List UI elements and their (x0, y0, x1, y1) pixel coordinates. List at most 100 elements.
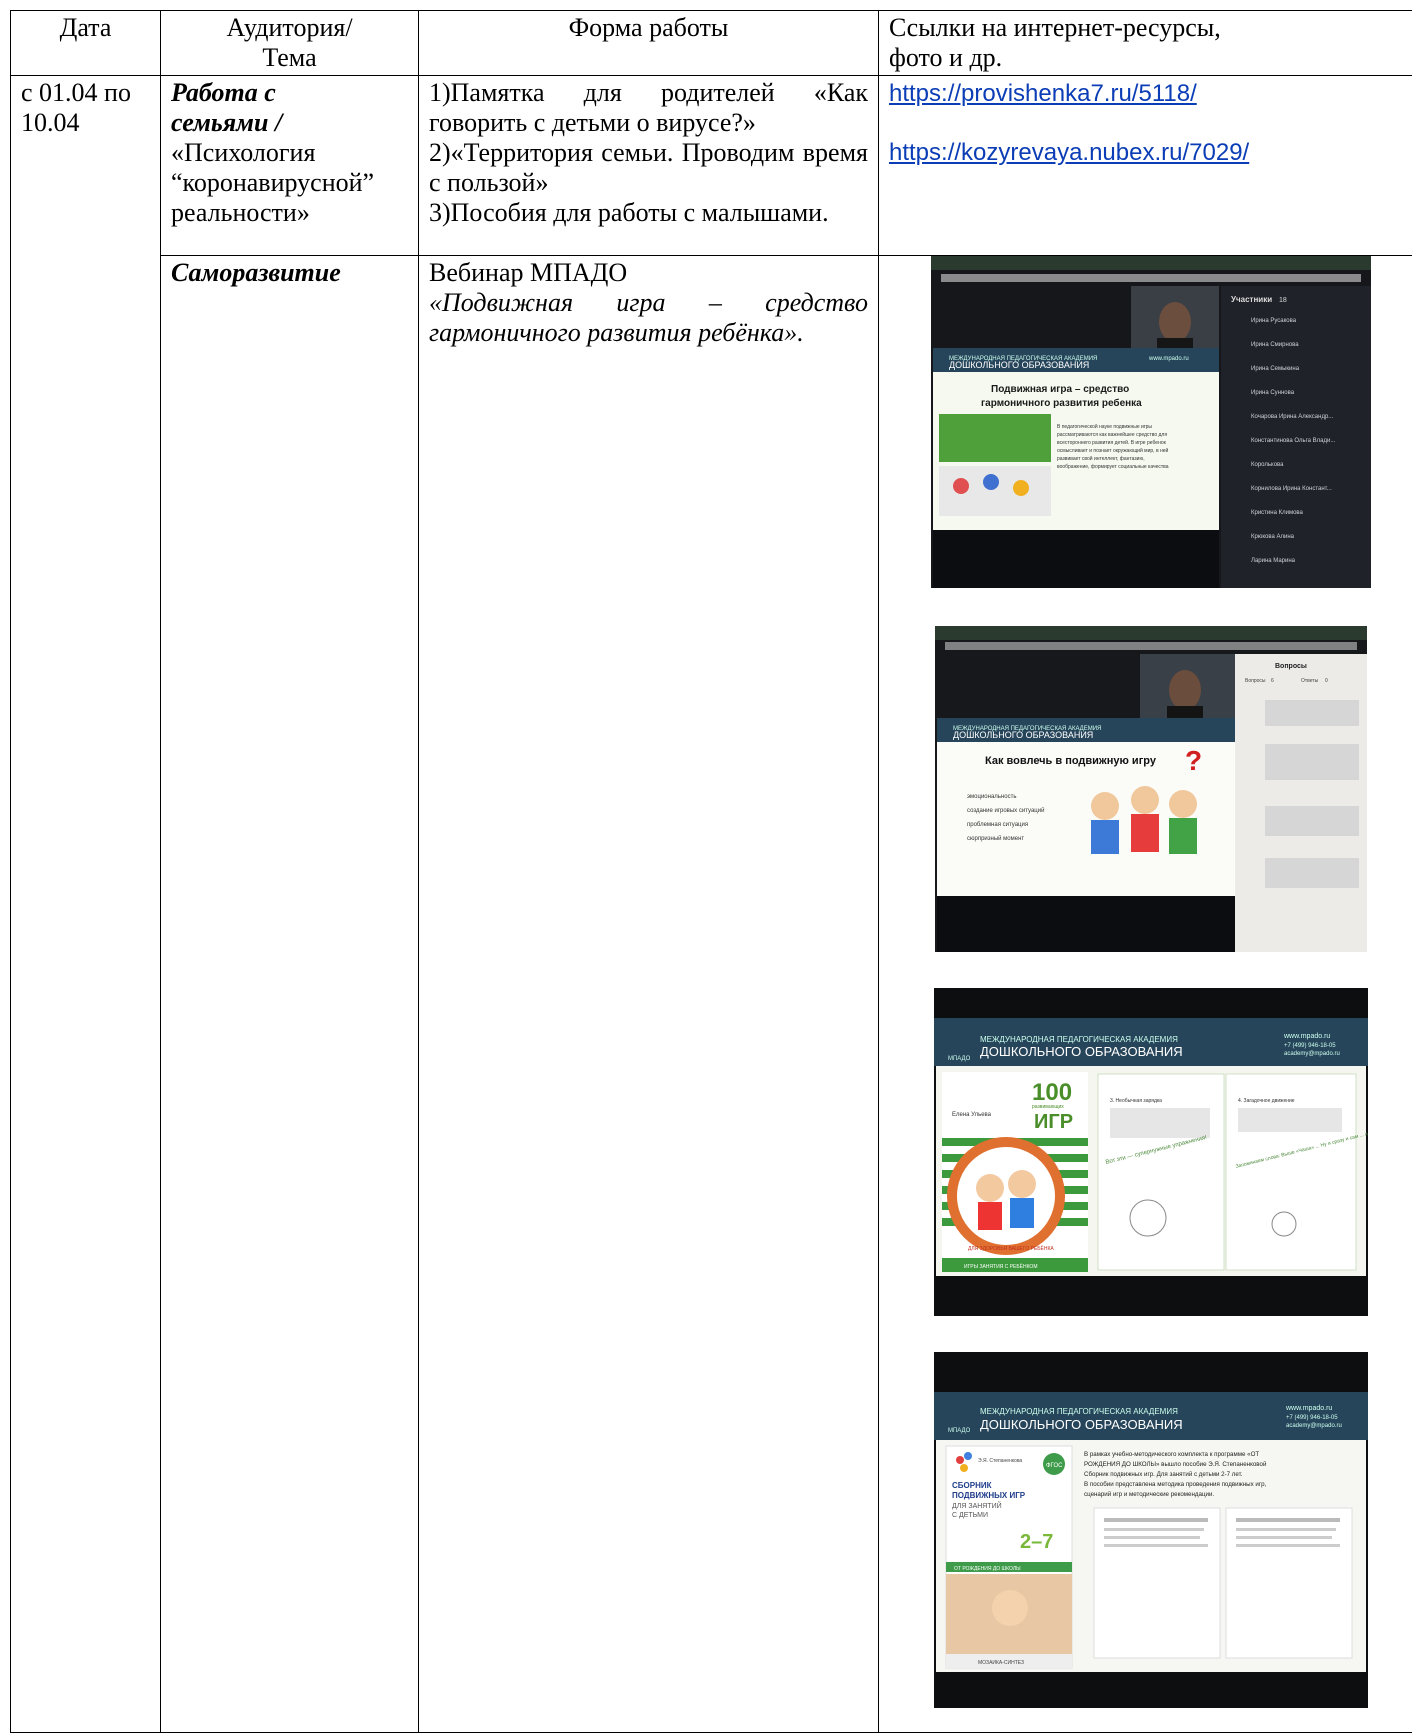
photo-webinar-participants: Участники 18 Ирина Русакова Ирина Смирно… (930, 256, 1371, 588)
book-author: Елена Ульева (952, 1112, 992, 1118)
audience-family-topic: «Психология “коронавирусной” реальности» (171, 138, 375, 227)
participant-item: Константинова Ольга Влади... (1251, 438, 1336, 444)
answers-tab-count: 0 (1325, 678, 1328, 684)
slide1-title: Подвижная игра – средство (991, 384, 1129, 395)
slide1-body-line: развивает свой интеллект, фантазию, (1057, 455, 1145, 462)
participant-item: Ларина Марина (1251, 558, 1296, 564)
header-audience-text: Аудитория/ Тема (226, 13, 353, 72)
book4-subtitle: ДЛЯ ЗАНЯТИЙ (952, 1501, 1002, 1510)
date-cell: с 01.04 по 10.04 (10, 75, 161, 1733)
academy-phone: +7 (499) 946-18-05 (1286, 1415, 1338, 1421)
slide1-body-line: рассматриваются как важнейшее средство д… (1057, 431, 1167, 438)
audience-selfdev-heading: Саморазвитие (171, 258, 341, 287)
academy-small: МЕЖДУНАРОДНАЯ ПЕДАГОГИЧЕСКАЯ АКАДЕМИЯ (980, 1035, 1178, 1044)
book-word: ИГР (1034, 1111, 1073, 1133)
header-date: Дата (10, 10, 161, 76)
row-family: с 01.04 по 10.04 Работа с семьями / «Пси… (10, 75, 1412, 1733)
academy-phone: +7 (499) 946-18-05 (1284, 1043, 1336, 1049)
header-links: Ссылки на интернет-ресурсы, фото и др. (878, 10, 1412, 76)
academy-small: МЕЖДУНАРОДНАЯ ПЕДАГОГИЧЕСКАЯ АКАДЕМИЯ (980, 1407, 1178, 1416)
questions-tab: Вопросы (1245, 678, 1266, 684)
participant-item: Ирина Семыкина (1251, 366, 1300, 372)
academy-big: ДОШКОЛЬНОГО ОБРАЗОВАНИЯ (980, 1417, 1183, 1432)
book4-series: ОТ РОЖДЕНИЯ ДО ШКОЛЫ (954, 1566, 1021, 1572)
academy-site: www.mpado.ru (1283, 1033, 1330, 1040)
date-range: с 01.04 по 10.04 (21, 78, 131, 137)
header-form-text: Форма работы (568, 13, 729, 42)
question-mark-icon: ? (1185, 745, 1202, 776)
participant-item: Корнилова Ирина Констант... (1251, 486, 1332, 492)
answers-tab: Ответы (1301, 678, 1319, 684)
slide2-bullet: проблемная ситуация (967, 822, 1028, 828)
questions-tab-count: 6 (1271, 678, 1274, 684)
academy-email: academy@mpado.ru (1286, 1423, 1342, 1429)
header-row: Дата Аудитория/ Тема Форма работы Ссылки… (10, 10, 1412, 76)
academy-email: academy@mpado.ru (1284, 1051, 1340, 1057)
form-cell-selfdev: Вебинар МПАДО «Подвижная игра – средство… (418, 255, 879, 1733)
header-links-text: Ссылки на интернет-ресурсы, фото и др. (889, 13, 1221, 72)
form-item: 1)Памятка для родителей «Как говорить с … (429, 78, 868, 137)
slide1-body-line: всестороннего развития детей. В игре реб… (1057, 439, 1167, 446)
academy-site: www.mpado.ru (1148, 356, 1189, 362)
form-cell-family: 1)Памятка для родителей «Как говорить с … (418, 75, 879, 256)
audience-cell-selfdev: Саморазвитие (160, 255, 419, 1733)
header-audience: Аудитория/ Тема (160, 10, 419, 76)
photo-webinar-questions: Вопросы Вопросы 6 Ответы 0 МЕЖДУНАРОДНАЯ… (934, 626, 1367, 952)
academy-logo: МПАДО (948, 1056, 971, 1062)
link-kozyrevaya[interactable]: https://kozyrevaya.nubex.ru/7029/ (889, 139, 1249, 166)
academy-site: www.mpado.ru (1285, 1405, 1332, 1412)
participant-item: Королькова (1251, 462, 1284, 468)
book4-text-line: сценарий игр и методические рекомендации… (1084, 1491, 1214, 1498)
audience-family-heading: Работа с семьями / (171, 78, 283, 137)
link-provishenka[interactable]: https://provishenka7.ru/5118/ (889, 80, 1197, 107)
academy-big: ДОШКОЛЬНОГО ОБРАЗОВАНИЯ (980, 1044, 1183, 1059)
form-item: 3)Пособия для работы с малышами. (429, 198, 829, 227)
photo-book-collection-games: МЕЖДУНАРОДНАЯ ПЕДАГОГИЧЕСКАЯ АКАДЕМИЯ ДО… (933, 1352, 1368, 1708)
photo-book-100-games: МЕЖДУНАРОДНАЯ ПЕДАГОГИЧЕСКАЯ АКАДЕМИЯ ДО… (933, 988, 1368, 1316)
book-small: развивающих (1032, 1104, 1064, 1110)
participant-item: Кочарова Ирина Александр... (1251, 414, 1334, 420)
photos-cell: Участники 18 Ирина Русакова Ирина Смирно… (878, 255, 1412, 1733)
form-item: 2)«Территория семьи. Проводим время с по… (429, 138, 868, 197)
book4-title: СБОРНИК (952, 1481, 992, 1490)
questions-title: Вопросы (1275, 663, 1307, 670)
book4-publisher: МОЗАИКА-СИНТЕЗ (978, 1660, 1024, 1666)
participants-count: 18 (1279, 297, 1287, 304)
slide1-body-line: В педагогической науке подвижные игры (1057, 423, 1152, 430)
book-number: 100 (1032, 1079, 1072, 1106)
book4-badge: ФГОС (1046, 1463, 1063, 1469)
book4-subtitle: С ДЕТЬМИ (952, 1512, 988, 1519)
slide1-title: гармоничного развития ребенка (981, 397, 1142, 409)
slide1-body-line: осмысливает и познает окружающий мир, в … (1057, 447, 1169, 454)
book4-text-line: В пособии представлена методика проведен… (1084, 1481, 1267, 1488)
academy-big: ДОШКОЛЬНОГО ОБРАЗОВАНИЯ (953, 730, 1093, 740)
book4-text-line: В рамках учебно-методического комплекта … (1084, 1451, 1259, 1458)
book-footer: ИГРЫ ЗАНЯТИЯ С РЕБЁНКОМ (964, 1263, 1038, 1270)
webinar-title: Вебинар МПАДО (429, 258, 628, 287)
page2-heading: 4. Загадочное движение (1238, 1098, 1295, 1104)
participant-item: Ирина Русакова (1251, 318, 1297, 324)
schedule-table: Дата Аудитория/ Тема Форма работы Ссылки… (10, 10, 1412, 1733)
book4-title: ПОДВИЖНЫХ ИГР (952, 1491, 1026, 1500)
participant-item: Ирина Смирнова (1251, 342, 1299, 348)
row-selfdev: Саморазвитие Вебинар МПАДО «Подвижная иг… (11, 255, 1412, 1733)
participants-title: Участники (1231, 295, 1272, 304)
book4-age: 2–7 (1020, 1531, 1053, 1553)
slide2-bullet: эмоциональность (967, 794, 1016, 800)
slide2-title: Как вовлечь в подвижную игру (985, 755, 1157, 767)
book4-text-line: Сборник подвижных игр. Для занятий с дет… (1084, 1471, 1243, 1478)
page1-heading: 3. Необычная зарядка (1110, 1098, 1162, 1104)
participant-item: Крюкова Алина (1251, 534, 1295, 540)
participant-item: Ирина Суннова (1251, 390, 1295, 396)
book4-text-line: РОЖДЕНИЯ ДО ШКОЛЫ» вышло пособие Э.Я. Ст… (1084, 1461, 1267, 1468)
participant-item: Кристина Климова (1251, 510, 1304, 516)
academy-logo: МПАДО (948, 1428, 971, 1434)
audience-cell-family: Работа с семьями / «Психология “коронави… (160, 75, 419, 256)
slide2-bullet: создание игровых ситуаций (967, 807, 1044, 814)
header-date-text: Дата (59, 13, 112, 42)
book-ring-text: ДЛЯ ЗДОРОВЬЯ ВАШЕГО РЕБЁНКА (968, 1245, 1054, 1252)
academy-big: ДОШКОЛЬНОГО ОБРАЗОВАНИЯ (949, 360, 1089, 370)
slide2-bullet: сюрпризный момент (967, 835, 1024, 842)
header-form: Форма работы (418, 10, 879, 76)
slide1-body-line: воображение, формирует социальные качест… (1057, 464, 1169, 470)
